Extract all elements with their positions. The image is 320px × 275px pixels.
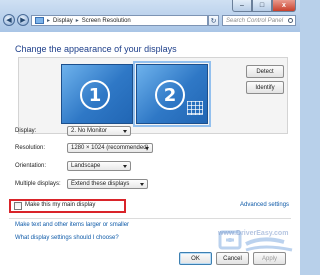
orientation-value: Landscape [71,163,101,169]
search-input[interactable]: Search Control Panel [222,15,296,26]
display-select[interactable]: 2. No Monitor [67,126,131,136]
resolution-label: Resolution: [15,145,46,151]
back-button[interactable]: ◀ [3,14,15,26]
breadcrumb-separator: ▸ [47,18,51,24]
divider [9,218,291,219]
resolution-value: 1280 × 1024 (recommended) [71,145,149,151]
cancel-button[interactable]: Cancel [216,252,249,265]
identify-button[interactable]: Identify [246,81,284,94]
chevron-down-icon [140,183,144,186]
breadcrumb-item-display[interactable]: Display [53,18,73,24]
page-title: Change the appearance of your displays [15,44,177,54]
multiple-displays-select[interactable]: Extend these displays [67,179,148,189]
search-icon [288,18,293,23]
arrow-right-icon: ▶ [20,16,26,24]
grid-icon [187,101,203,115]
detect-button[interactable]: Detect [246,65,284,78]
display-icon [35,17,44,24]
breadcrumb-item-screen-resolution[interactable]: Screen Resolution [82,18,131,24]
text-size-link[interactable]: Make text and other items larger or smal… [15,222,129,228]
address-bar[interactable]: ▸ Display ▸ Screen Resolution [31,15,208,26]
multiple-displays-value: Extend these displays [71,181,130,187]
monitor-number: 1 [80,80,110,110]
identify-label: Identify [255,84,275,91]
apply-label: Apply [261,255,277,262]
ok-label: OK [191,255,200,262]
detect-label: Detect [256,68,274,75]
display-value: 2. No Monitor [71,128,108,134]
refresh-button[interactable]: ↻ [208,15,219,26]
breadcrumb-separator: ▸ [75,18,79,24]
resolution-select[interactable]: 1280 × 1024 (recommended) [67,143,153,153]
monitor-1-tile[interactable]: 1 [61,64,133,124]
chevron-down-icon [123,165,127,168]
display-label: Display: [15,128,37,134]
window-titlebar: – □ x ◀ ▶ ▸ Display ▸ Screen Resolution … [0,0,300,32]
cancel-label: Cancel [223,255,242,262]
multiple-displays-label: Multiple displays: [15,181,61,187]
advanced-settings-link[interactable]: Advanced settings [240,202,289,208]
minimize-button[interactable]: – [232,0,252,12]
ok-button[interactable]: OK [179,252,212,265]
search-placeholder: Search Control Panel [226,17,284,24]
monitor-number: 2 [155,80,185,110]
refresh-icon: ↻ [210,17,217,25]
apply-button[interactable]: Apply [253,252,286,265]
maximize-button[interactable]: □ [252,0,272,12]
forward-button[interactable]: ▶ [17,14,29,26]
display-settings-help-link[interactable]: What display settings should I choose? [15,235,119,241]
content-panel: Change the appearance of your displays 1… [0,32,300,275]
chevron-down-icon [123,130,127,133]
orientation-select[interactable]: Landscape [67,161,131,171]
orientation-label: Orientation: [15,163,47,169]
monitor-2-tile[interactable]: 2 [133,61,211,127]
chevron-down-icon [145,147,149,150]
arrow-left-icon: ◀ [6,16,12,24]
main-display-label[interactable]: Make this my main display [25,202,95,208]
main-display-checkbox[interactable] [14,202,22,210]
close-button[interactable]: x [272,0,296,12]
